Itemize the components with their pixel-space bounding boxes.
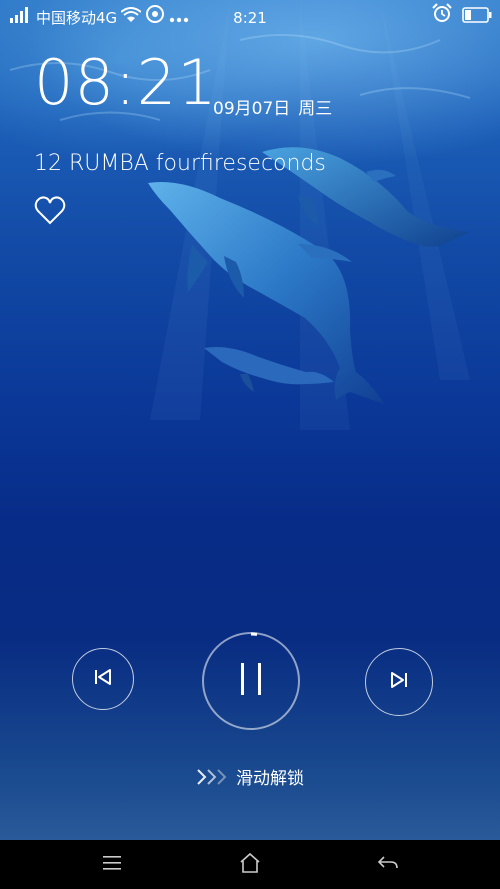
play-pause-button[interactable] (202, 632, 300, 730)
alarm-icon (432, 0, 452, 36)
chevrons-right-icon (196, 768, 228, 786)
previous-track-button[interactable] (72, 648, 134, 710)
lockscreen-clock: 08:21 (34, 46, 218, 119)
playback-progress-ring (250, 632, 258, 636)
song-title: 12 RUMBA fourfireseconds (34, 151, 326, 176)
heart-icon[interactable] (34, 196, 66, 226)
unlock-hint-label: 滑动解锁 (236, 769, 304, 789)
skip-previous-icon (92, 666, 114, 692)
status-bar: 中国移动4G 8:21 (0, 0, 500, 36)
home-button[interactable] (220, 840, 280, 889)
skip-next-icon (388, 669, 410, 695)
navigation-bar (0, 840, 500, 889)
menu-icon (101, 855, 123, 875)
weekday-label: 周三 (298, 99, 333, 119)
back-button[interactable] (358, 840, 418, 889)
next-track-button[interactable] (365, 648, 433, 716)
date-label: 09月07日 (213, 99, 291, 119)
home-icon (238, 852, 262, 878)
lockscreen-date: 09月07日 周三 (213, 94, 332, 119)
battery-icon (462, 0, 492, 36)
back-icon (376, 854, 400, 876)
slide-to-unlock[interactable]: 滑动解锁 (0, 764, 500, 789)
menu-button[interactable] (82, 840, 142, 889)
